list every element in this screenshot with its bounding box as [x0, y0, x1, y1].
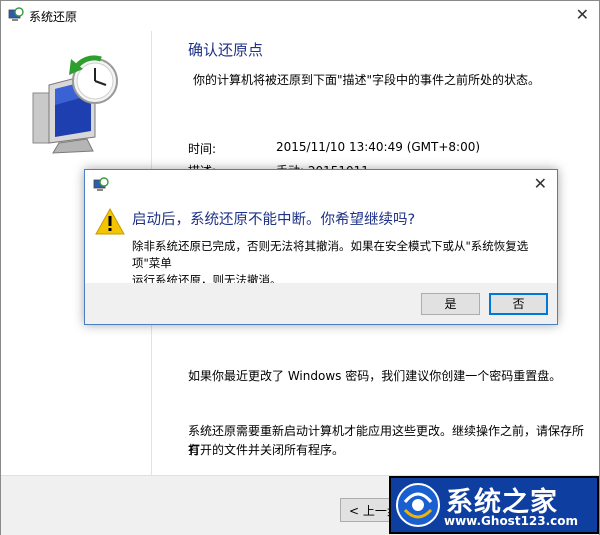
time-value: 2015/11/10 13:40:49 (GMT+8:00): [276, 140, 481, 154]
confirm-dialog: ✕ 启动后，系统还原不能中断。你希望继续吗? 除非系统还原已完成，否则无法将其撤…: [84, 169, 558, 325]
warning-triangle-icon: [95, 208, 125, 235]
watermark-url: www.Ghost123.com: [444, 514, 579, 528]
dialog-footer: 是 否: [85, 283, 557, 324]
dialog-heading: 启动后，系统还原不能中断。你希望继续吗?: [132, 212, 416, 228]
watermark-logo-icon: [396, 483, 440, 527]
close-icon[interactable]: ✕: [576, 5, 589, 24]
title-bar: 系统还原 ✕: [1, 1, 599, 31]
no-button[interactable]: 否: [489, 293, 548, 315]
time-label: 时间:: [188, 142, 217, 156]
window-title: 系统还原: [29, 10, 78, 24]
page-description: 你的计算机将被还原到下面"描述"字段中的事件之前所处的状态。: [193, 73, 541, 87]
dialog-close-icon[interactable]: ✕: [534, 174, 547, 193]
password-note: 如果你最近更改了 Windows 密码，我们建议你创建一个密码重置盘。: [188, 369, 562, 383]
system-restore-icon: [8, 7, 24, 21]
dialog-body: 除非系统还原已完成，否则无法将其撤消。如果在安全模式下或从"系统恢复选项"菜单 …: [132, 238, 547, 289]
site-watermark: 系统之家 www.Ghost123.com: [389, 476, 599, 534]
system-restore-icon: [93, 177, 109, 191]
page-title: 确认还原点: [188, 41, 264, 59]
yes-button[interactable]: 是: [421, 293, 480, 315]
monitor-clock-restore-icon: [32, 55, 118, 154]
restart-note-line2: 打开的文件并关闭所有程序。: [188, 443, 345, 457]
dialog-body-line1: 除非系统还原已完成，否则无法将其撤消。如果在安全模式下或从"系统恢复选项"菜单: [132, 239, 529, 270]
